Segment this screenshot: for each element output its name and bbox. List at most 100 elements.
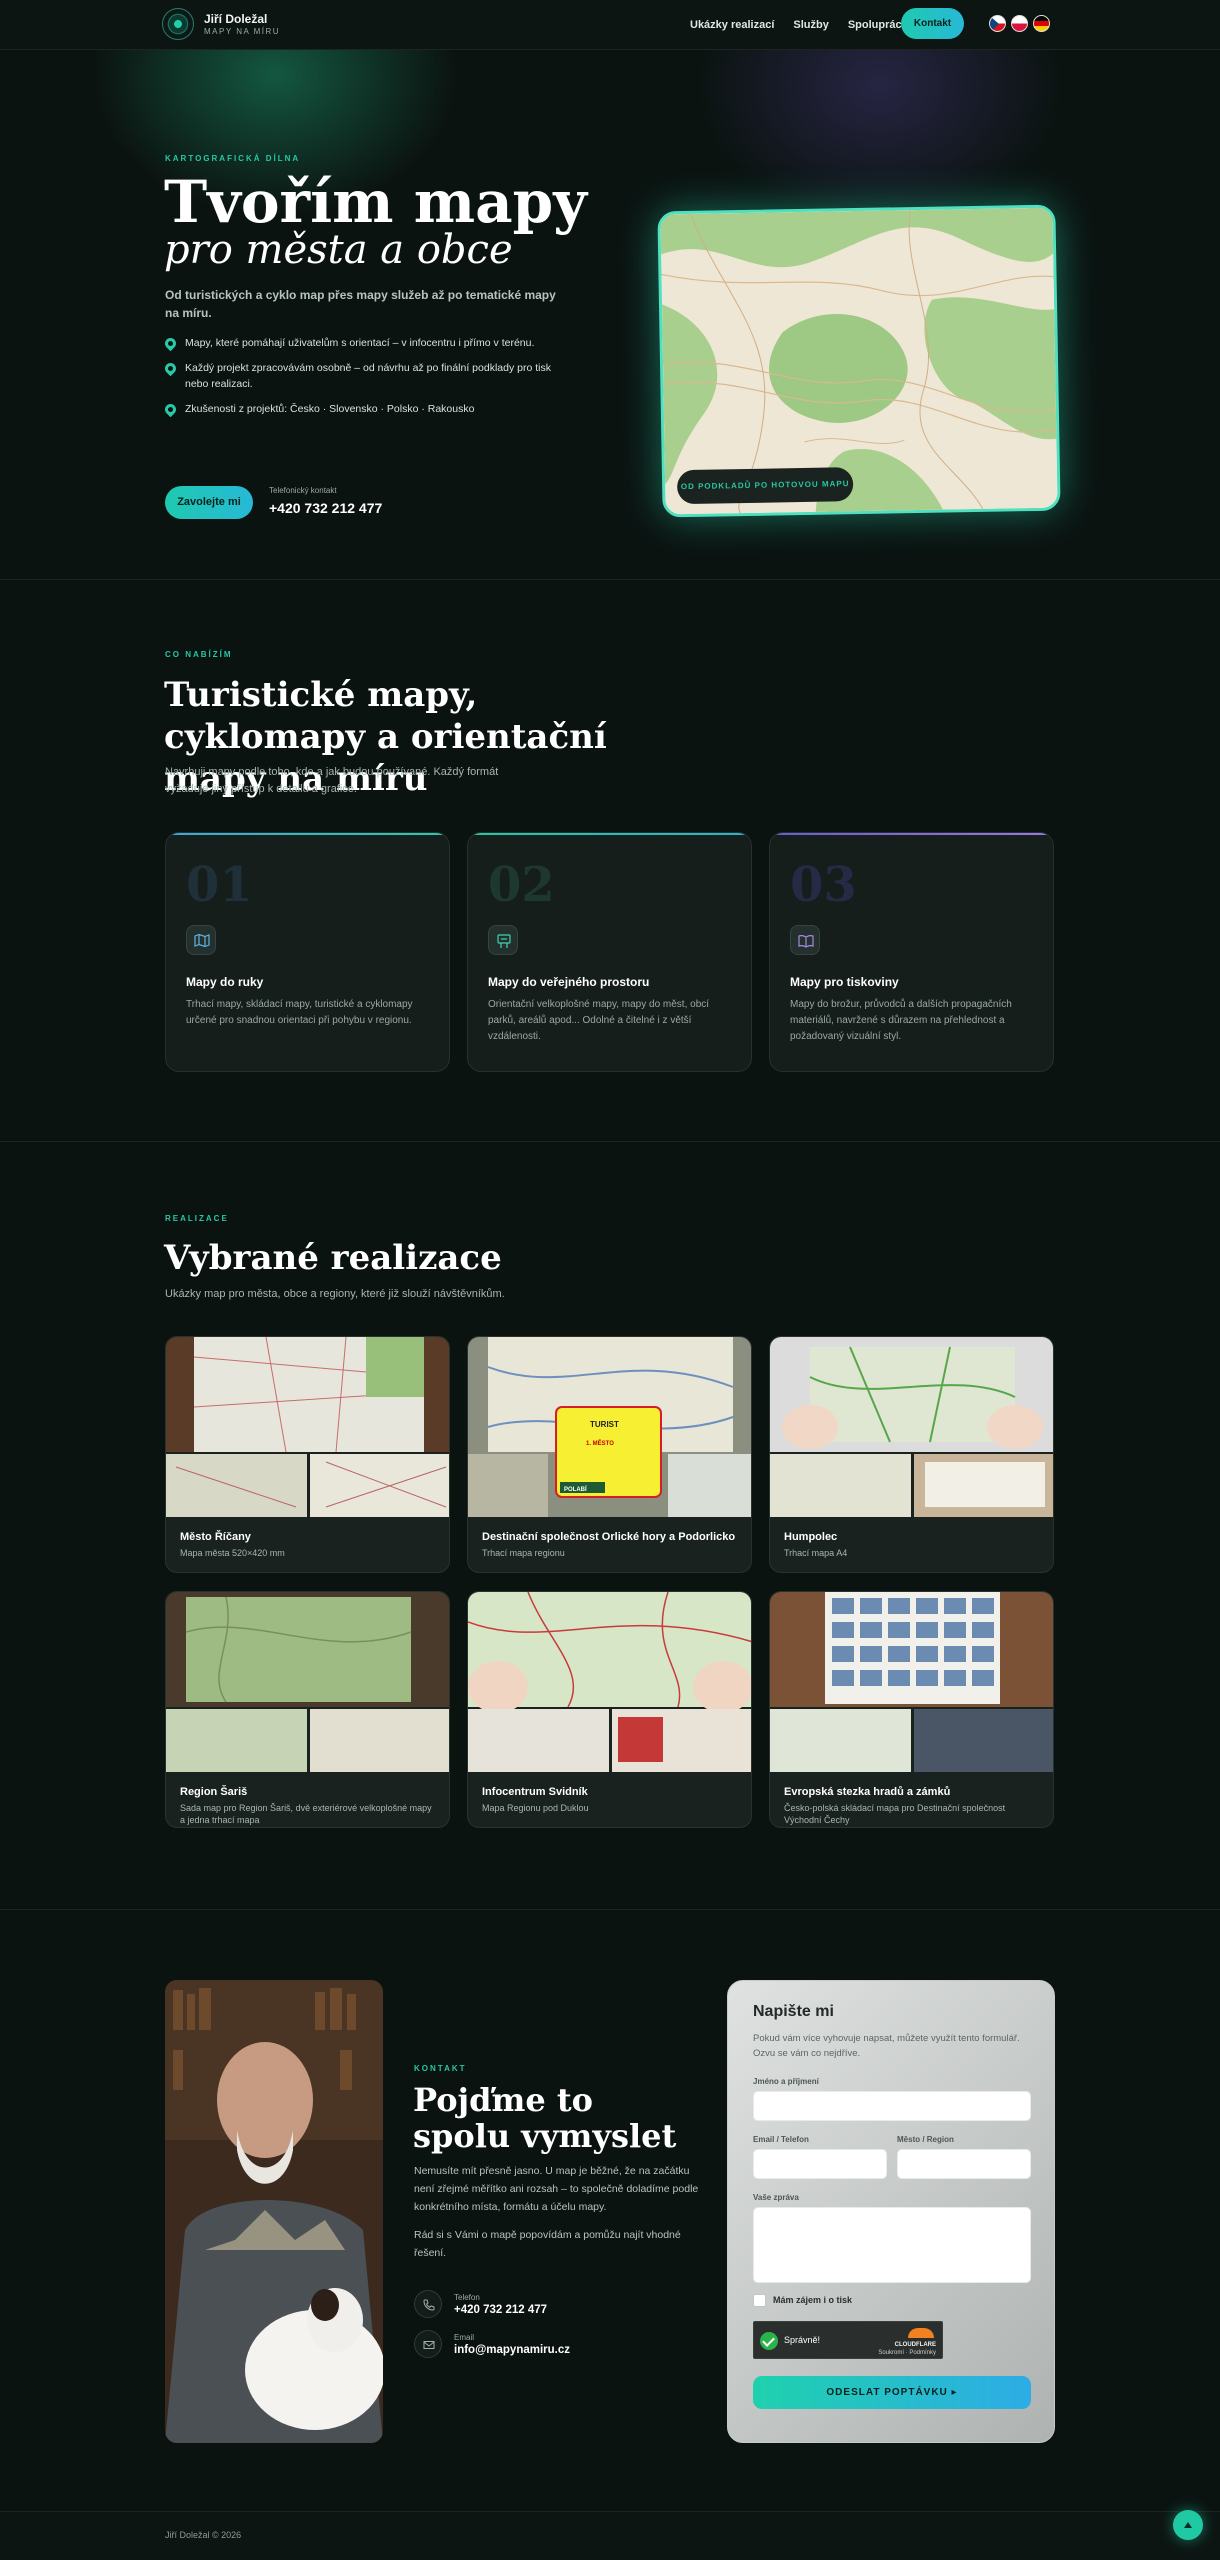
brand-tagline: MAPY NA MÍRU (204, 26, 281, 36)
portfolio-section: REALIZACE Vybrané realizace Ukázky map p… (0, 1142, 1220, 1910)
check-icon (760, 2332, 778, 2350)
brand-name: Jiří Doležal (204, 11, 268, 26)
flag-de-icon[interactable] (1033, 15, 1050, 32)
language-switcher (989, 15, 1050, 32)
checkbox-label: Mám zájem i o tisk (773, 2295, 853, 2305)
project-description: Mapa Regionu pod Duklou (482, 1803, 589, 1813)
captcha-links[interactable]: Soukromí · Podmínky (878, 2350, 936, 2356)
project-title: Humpolec (784, 1531, 838, 1543)
card-description: Mapy do brožur, průvodců a dalších propa… (790, 999, 1012, 1042)
portfolio-eyebrow: REALIZACE (165, 1214, 229, 1223)
site-header: Jiří Doležal MAPY NA MÍRU Ukázky realiza… (0, 0, 1220, 50)
card-description: Trhací mapy, skládací mapy, turistické a… (186, 999, 413, 1026)
contact-eyebrow: KONTAKT (414, 2064, 467, 2073)
hero-lead: Od turistických a cyklo map přes mapy sl… (165, 288, 556, 320)
card-number: 02 (488, 857, 555, 913)
scroll-to-top-button[interactable] (1173, 2510, 1203, 2540)
message-textarea[interactable] (753, 2207, 1031, 2283)
print-interest-checkbox[interactable] (753, 2294, 766, 2307)
bullet-text: Mapy, které pomáhají uživatelům s orient… (185, 337, 535, 349)
list-item: Zkušenosti z projektů: Česko · Slovensko… (162, 401, 565, 418)
contact-phone[interactable]: Telefon +420 732 212 477 (414, 2290, 547, 2318)
svg-text:TURIST: TURIST (590, 1420, 619, 1429)
project-title: Infocentrum Svidník (482, 1786, 588, 1798)
card-title: Mapy do ruky (186, 975, 264, 989)
hero-subtitle: pro města a obce (164, 227, 513, 273)
portfolio-card-svidnik[interactable]: Infocentrum Svidník Mapa Regionu pod Duk… (467, 1591, 752, 1828)
services-section: CO NABÍZÍM Turistické mapy, cyklomapy a … (0, 580, 1220, 1142)
map-pin-icon (162, 401, 179, 418)
project-description: Trhací mapa regionu (482, 1548, 565, 1558)
main-nav: Ukázky realizací Služby Spolupráce (690, 15, 908, 35)
services-lead: Navrhuji mapy podle toho, kde a jak budo… (165, 766, 499, 795)
flag-pl-icon[interactable] (1011, 15, 1028, 32)
call-me-button[interactable]: Zavolejte mi (165, 486, 253, 519)
map-pin-icon (162, 360, 179, 377)
nav-link-services[interactable]: Služby (793, 15, 828, 35)
phone-value[interactable]: +420 732 212 477 (454, 2304, 547, 2316)
contact-email[interactable]: Email info@mapynamiru.cz (414, 2330, 570, 2358)
submit-button[interactable]: ODESLAT POPTÁVKU ▸ (753, 2376, 1031, 2409)
map-badge: OD PODKLADŮ PO HOTOVOU MAPU (676, 467, 854, 505)
site-footer: Jiří Doležal © 2026 (0, 2512, 1220, 2560)
contact-title: Pojďme to spolu vymyslet (413, 2081, 677, 2155)
bullet-text: Zkušenosti z projektů: Česko · Slovensko… (185, 403, 475, 415)
captcha-brand-text: CLOUDFLARE (894, 2342, 936, 2348)
email-phone-label: Email / Telefon (753, 2135, 809, 2144)
list-item: Každý projekt zpracovávám osobně – od ná… (162, 360, 565, 392)
brand-logo[interactable]: Jiří Doležal MAPY NA MÍRU (162, 8, 280, 40)
bullet-text: Každý projekt zpracovávám osobně – od ná… (185, 362, 551, 390)
hero-section: KARTOGRAFICKÁ DÍLNA Tvořím mapy pro měst… (0, 50, 1220, 580)
phone-label: Telefon (454, 2292, 480, 2302)
form-note: Pokud vám více vyhovuje napsat, můžete v… (753, 2033, 1020, 2059)
compass-logo-icon (162, 8, 194, 40)
portfolio-card-castles[interactable]: Evropská stezka hradů a zámků Česko-pols… (769, 1591, 1054, 1828)
flag-cz-icon[interactable] (989, 15, 1006, 32)
book-icon (790, 925, 820, 955)
portfolio-card-orlicke-hory[interactable]: TURIST 1. MĚSTO POLABÍ Destinační společ… (467, 1336, 752, 1573)
author-portrait-photo (165, 1980, 383, 2443)
card-accent-line (770, 833, 1053, 835)
signboard-icon (488, 925, 518, 955)
captcha-widget[interactable]: Správně! CLOUDFLARE Soukromí · Podmínky (753, 2321, 943, 2359)
phone-icon (414, 2290, 442, 2318)
email-value[interactable]: info@mapynamiru.cz (454, 2344, 570, 2356)
email-phone-input[interactable] (753, 2149, 887, 2179)
nav-link-cooperation[interactable]: Spolupráce (848, 15, 908, 35)
portfolio-lead: Ukázky map pro města, obce a regiony, kt… (165, 1288, 505, 1300)
service-card-print: 03 Mapy pro tiskoviny Mapy do brožur, pr… (769, 832, 1054, 1072)
phone-label: Telefonický kontakt (269, 486, 337, 495)
project-photo (770, 1337, 1053, 1517)
project-photo (770, 1592, 1053, 1772)
nav-contact-button[interactable]: Kontakt (901, 8, 964, 39)
project-title: Evropská stezka hradů a zámků (784, 1786, 951, 1798)
contact-section: KONTAKT Pojďme to spolu vymyslet Nemusít… (0, 1910, 1220, 2512)
map-icon (186, 925, 216, 955)
copyright: Jiří Doležal © 2026 (165, 2530, 242, 2540)
card-number: 01 (186, 857, 253, 913)
hero-eyebrow: KARTOGRAFICKÁ DÍLNA (165, 154, 301, 163)
hero-bullets: Mapy, které pomáhají uživatelům s orient… (162, 335, 565, 426)
hero-map-image: OD PODKLADŮ PO HOTOVOU MAPU (657, 204, 1061, 518)
nav-link-realizations[interactable]: Ukázky realizací (690, 15, 774, 35)
service-card-public-space: 02 Mapy do veřejného prostoru Orientační… (467, 832, 752, 1072)
project-title: Destinační společnost Orlické hory a Pod… (482, 1531, 736, 1543)
phone-number-link[interactable]: +420 732 212 477 (269, 500, 382, 516)
city-input[interactable] (897, 2149, 1031, 2179)
name-input[interactable] (753, 2091, 1031, 2121)
page: Jiří Doležal MAPY NA MÍRU Ukázky realiza… (0, 0, 1220, 2560)
portfolio-title: Vybrané realizace (164, 1238, 502, 1278)
portfolio-card-saris[interactable]: Region Šariš Sada map pro Region Šariš, … (165, 1591, 450, 1828)
service-card-handheld: 01 Mapy do ruky Trhací mapy, skládací ma… (165, 832, 450, 1072)
card-number: 03 (790, 857, 857, 913)
svg-text:1. MĚSTO: 1. MĚSTO (586, 1439, 614, 1447)
card-accent-line (166, 833, 449, 835)
project-photo (166, 1337, 449, 1517)
portfolio-card-ricany[interactable]: Město Říčany Mapa města 520×420 mm (165, 1336, 450, 1573)
contact-form: Napište mi Pokud vám více vyhovuje napsa… (727, 1980, 1055, 2443)
captcha-brand: CLOUDFLARE Soukromí · Podmínky (878, 2341, 936, 2357)
portfolio-card-humpolec[interactable]: Humpolec Trhací mapa A4 (769, 1336, 1054, 1573)
contact-paragraph: Rád si s Vámi o mapě popovídám a pomůžu … (414, 2229, 681, 2259)
envelope-icon (414, 2330, 442, 2358)
email-label: Email (454, 2332, 475, 2342)
